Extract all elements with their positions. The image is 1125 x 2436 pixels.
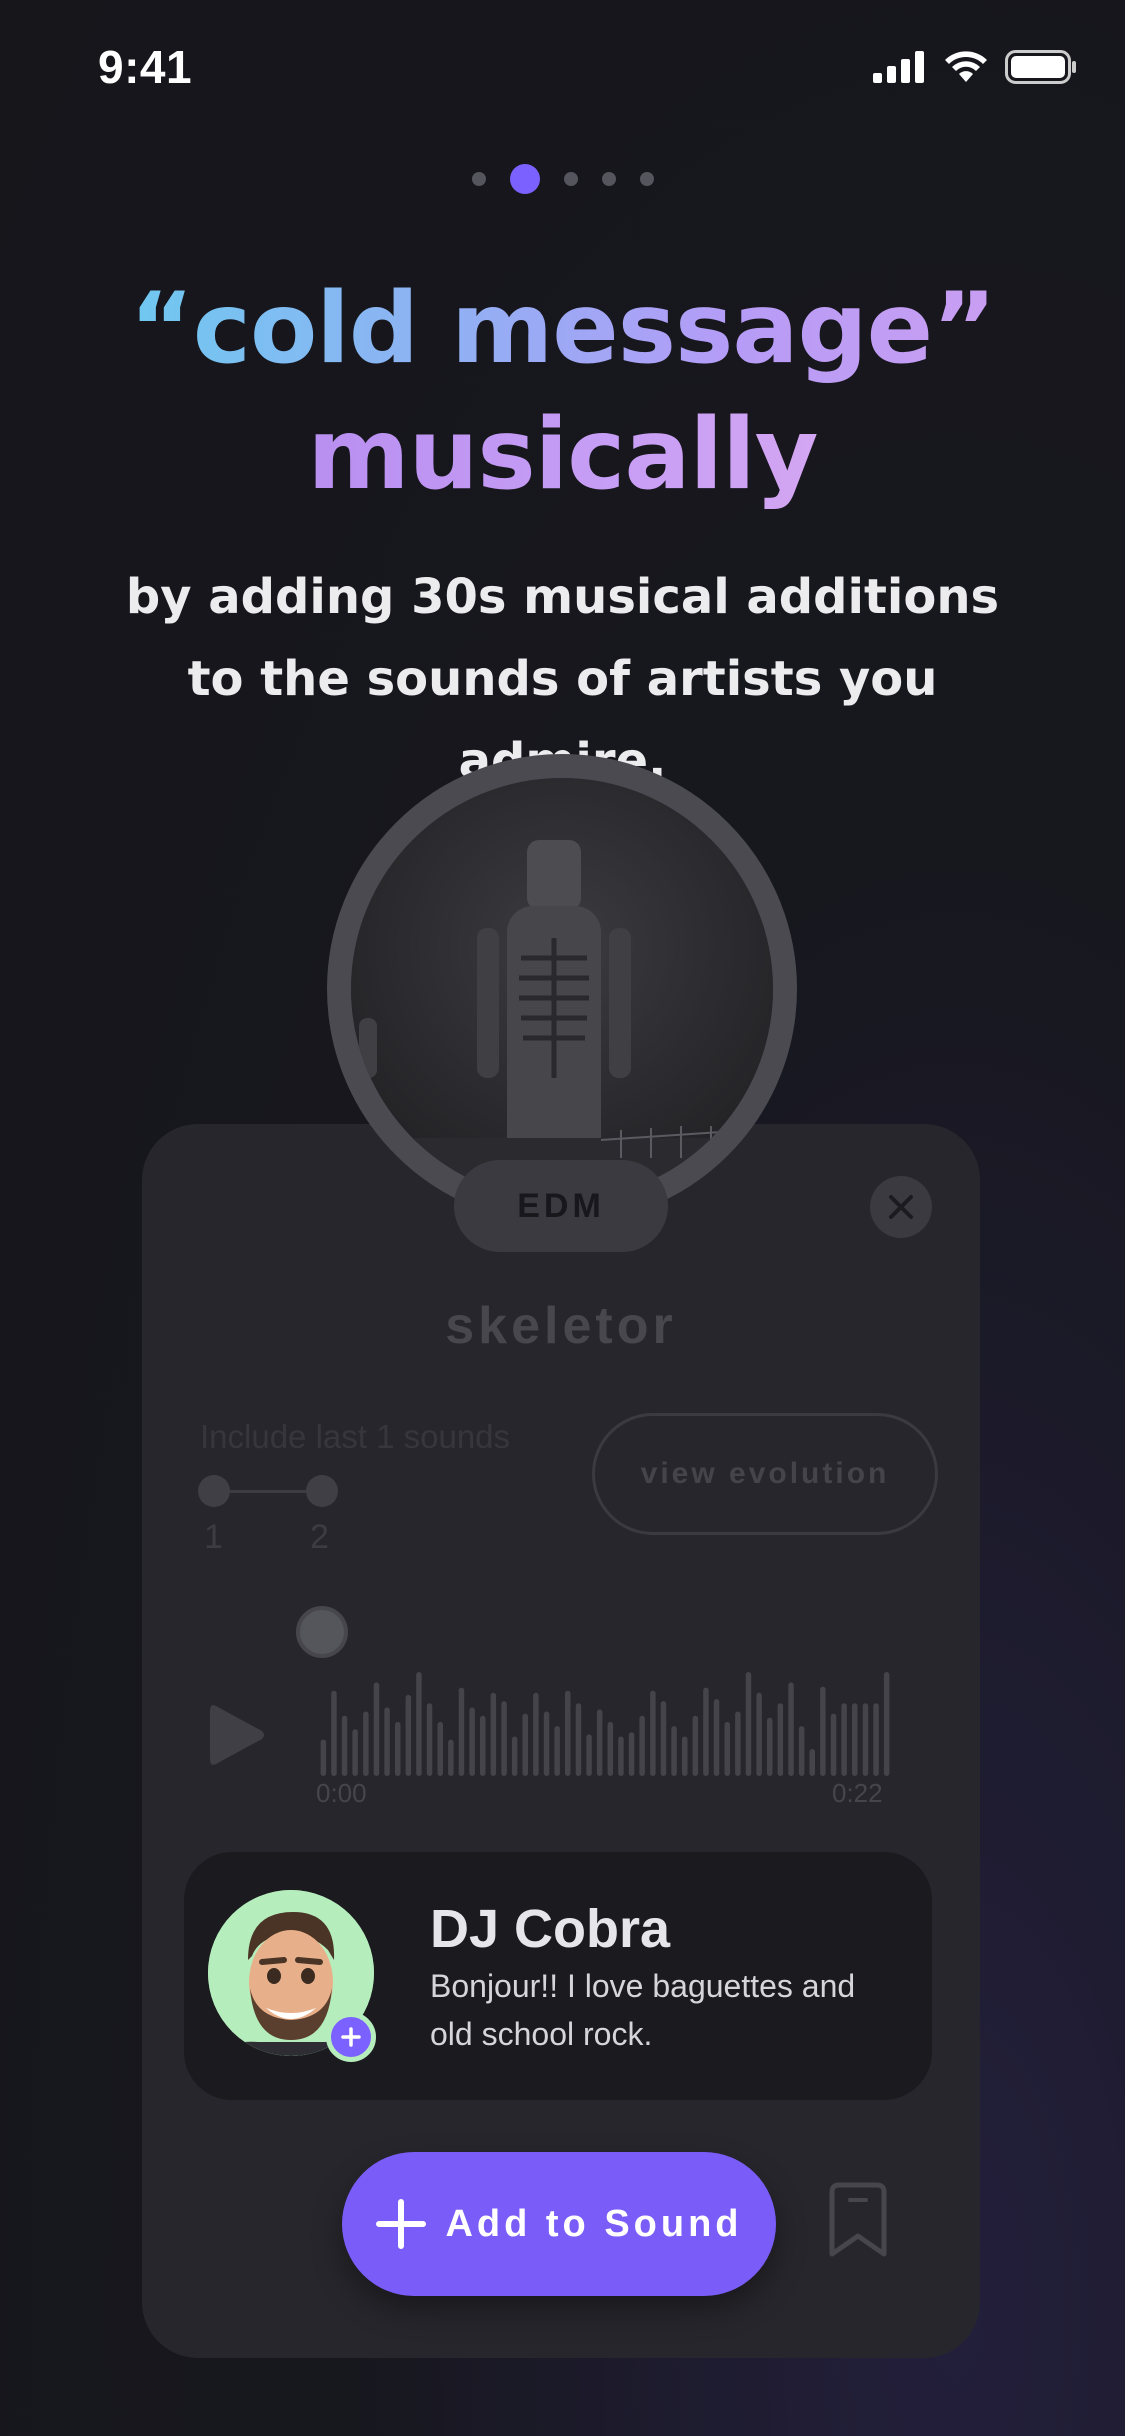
play-icon xyxy=(210,1705,264,1765)
waveform-bar xyxy=(458,1687,465,1776)
waveform-bar xyxy=(405,1694,412,1776)
waveform-bar xyxy=(320,1739,327,1776)
waveform-bar xyxy=(363,1711,369,1776)
page-dot-active[interactable] xyxy=(509,164,540,194)
waveform-bar xyxy=(384,1707,390,1776)
waveform-bar xyxy=(596,1709,603,1776)
bookmark-icon xyxy=(829,2182,887,2257)
waveform-bar xyxy=(852,1703,858,1776)
bookmark-button[interactable] xyxy=(826,2182,890,2263)
waveform-bar xyxy=(703,1687,709,1776)
play-button[interactable] xyxy=(208,1702,266,1773)
audio-waveform[interactable] xyxy=(318,1672,892,1776)
include-sounds-label: Include last 1 sounds xyxy=(200,1418,511,1455)
waveform-bar xyxy=(873,1703,879,1776)
waveform-bar xyxy=(543,1711,550,1776)
waveform-bar xyxy=(586,1734,592,1776)
waveform-bar xyxy=(565,1690,571,1776)
waveform-bar xyxy=(735,1711,741,1776)
slider-knob-min[interactable] xyxy=(198,1475,230,1507)
waveform-bar xyxy=(341,1715,348,1776)
waveform-bar xyxy=(830,1713,837,1776)
waveform-bar xyxy=(788,1682,794,1776)
waveform-bar xyxy=(724,1721,730,1776)
genre-badge: EDM xyxy=(454,1160,668,1252)
slider-max-label: 2 xyxy=(310,1518,329,1556)
cellular-signal-icon xyxy=(873,51,924,83)
waveform-bar xyxy=(777,1703,784,1776)
battery-icon xyxy=(1005,50,1076,84)
album-artwork xyxy=(327,754,797,1224)
waveform-bar xyxy=(373,1682,380,1776)
waveform-bar xyxy=(533,1692,539,1776)
plus-icon xyxy=(376,2199,427,2249)
waveform-bar xyxy=(575,1703,582,1776)
time-elapsed: 0:00 xyxy=(316,1778,367,1808)
waveform-bar xyxy=(501,1701,507,1776)
waveform-bar xyxy=(511,1736,518,1776)
waveform-bar xyxy=(554,1726,560,1776)
waveform-bar xyxy=(480,1715,486,1776)
page-indicator xyxy=(0,164,1125,194)
follow-artist-button[interactable] xyxy=(326,2012,376,2062)
waveform-bar xyxy=(469,1707,475,1776)
waveform-bar xyxy=(607,1721,614,1776)
contributor-avatar[interactable] xyxy=(296,1606,348,1658)
waveform-bar xyxy=(713,1699,720,1776)
waveform-bar xyxy=(767,1717,773,1776)
status-bar: 9:41 xyxy=(0,0,1125,132)
waveform-bar xyxy=(883,1672,890,1776)
waveform-bar xyxy=(820,1686,826,1776)
waveform-bar xyxy=(809,1749,815,1776)
waveform-bar xyxy=(692,1715,699,1776)
close-button[interactable] xyxy=(870,1176,932,1238)
waveform-bar xyxy=(745,1672,752,1776)
waveform-bar xyxy=(331,1690,337,1776)
view-evolution-button[interactable]: view evolution xyxy=(592,1413,938,1535)
waveform-bar xyxy=(352,1729,358,1776)
add-to-sound-label: Add to Sound xyxy=(445,2202,743,2245)
status-time: 9:41 xyxy=(98,41,193,93)
waveform-bar xyxy=(437,1721,443,1776)
waveform-bar xyxy=(650,1690,656,1776)
plus-icon xyxy=(341,2027,361,2047)
page-dot[interactable] xyxy=(601,172,616,186)
track-title: skeletor xyxy=(445,1297,677,1355)
waveform-bar xyxy=(395,1721,401,1776)
waveform-bar xyxy=(671,1726,677,1776)
waveform-bar xyxy=(426,1703,433,1776)
page-dot[interactable] xyxy=(563,172,578,186)
headline-line-1: “cold message” xyxy=(129,272,996,386)
page-dot[interactable] xyxy=(639,172,654,186)
artist-bio: Bonjour!! I love baguettes and old schoo… xyxy=(430,1968,856,2052)
waveform-bar xyxy=(660,1701,667,1776)
add-to-sound-button[interactable]: Add to Sound xyxy=(342,2152,776,2296)
waveform-bar xyxy=(416,1672,422,1776)
waveform-bar xyxy=(639,1715,645,1776)
skeleton-artwork-image xyxy=(351,778,773,1200)
waveform-bar xyxy=(448,1739,454,1776)
wifi-icon xyxy=(945,51,987,82)
waveform-bar xyxy=(628,1732,635,1776)
waveform-bar xyxy=(862,1703,869,1776)
waveform-bar xyxy=(490,1692,497,1776)
waveform-bar xyxy=(756,1692,762,1776)
waveform-bar xyxy=(841,1703,847,1776)
waveform-bar xyxy=(798,1726,805,1776)
headline-line-2: musically xyxy=(307,398,818,512)
waveform-bar xyxy=(522,1713,528,1776)
artist-name: DJ Cobra xyxy=(430,1899,671,1959)
time-total: 0:22 xyxy=(832,1778,883,1808)
page-dot[interactable] xyxy=(471,172,486,186)
status-icons xyxy=(873,50,1077,84)
headline: “cold message” musically xyxy=(0,266,1125,518)
slider-min-label: 1 xyxy=(204,1518,223,1556)
waveform-bar xyxy=(682,1736,688,1776)
slider-knob-max[interactable] xyxy=(306,1475,338,1507)
waveform-bar xyxy=(618,1736,624,1776)
close-icon xyxy=(889,1195,913,1219)
